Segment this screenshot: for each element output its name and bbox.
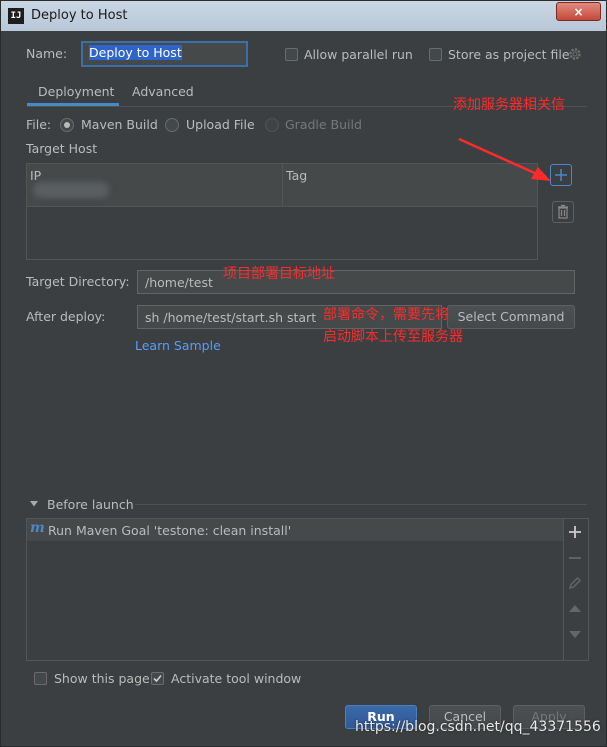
radio-gradle-build[interactable] xyxy=(265,118,279,132)
show-page-checkbox[interactable] xyxy=(34,672,47,685)
store-project-checkbox[interactable] xyxy=(429,48,442,61)
name-input-value: Deploy to Host xyxy=(89,45,182,60)
tab-advanced[interactable]: Advanced xyxy=(132,84,194,99)
target-dir-input[interactable]: /home/test xyxy=(137,270,575,294)
move-up-icon[interactable] xyxy=(568,602,582,616)
list-toolbar-divider xyxy=(563,519,564,660)
column-header-tag: Tag xyxy=(286,168,308,183)
target-host-label: Target Host xyxy=(26,141,98,156)
watermark-text: https://blog.csdn.net/qq_43371556 xyxy=(355,719,601,735)
move-down-icon[interactable] xyxy=(568,627,582,641)
name-input[interactable]: Deploy to Host xyxy=(81,41,248,67)
list-item-label: Run Maven Goal 'testone: clean install' xyxy=(48,523,292,538)
delete-host-button[interactable] xyxy=(552,201,574,223)
minus-icon[interactable] xyxy=(568,551,582,565)
annotation-cmd-line2: 启动脚本上传至服务器 xyxy=(323,329,463,345)
maven-build-label: Maven Build xyxy=(81,117,158,132)
trash-icon xyxy=(558,204,568,219)
annotation-target-dir: 项目部署目标地址 xyxy=(223,266,335,282)
intellij-app-icon: IJ xyxy=(8,8,24,24)
checkmark-icon xyxy=(153,674,162,683)
before-launch-divider xyxy=(135,504,587,505)
close-button[interactable]: × xyxy=(556,2,601,21)
after-deploy-label: After deploy: xyxy=(26,309,106,324)
title-bar: IJ Deploy to Host × xyxy=(1,1,606,31)
plus-icon[interactable] xyxy=(568,525,582,539)
radio-upload-file[interactable] xyxy=(165,118,179,132)
allow-parallel-label: Allow parallel run xyxy=(304,47,413,62)
upload-file-label: Upload File xyxy=(186,117,255,132)
tab-deployment[interactable]: Deployment xyxy=(38,84,114,99)
show-page-label: Show this page xyxy=(54,671,150,686)
select-command-button[interactable]: Select Command xyxy=(447,305,575,329)
target-dir-label: Target Directory: xyxy=(26,274,130,289)
file-label: File: xyxy=(26,117,52,132)
name-label: Name: xyxy=(26,46,68,61)
deploy-dialog: IJ Deploy to Host × Name: Deploy to Host… xyxy=(0,0,607,747)
column-header-ip: IP xyxy=(30,168,42,183)
gear-icon[interactable] xyxy=(568,47,582,61)
allow-parallel-checkbox[interactable] xyxy=(285,48,298,61)
collapse-triangle-icon[interactable] xyxy=(29,500,39,508)
gradle-build-label: Gradle Build xyxy=(285,117,362,132)
list-item[interactable]: m Run Maven Goal 'testone: clean install… xyxy=(27,519,563,541)
radio-maven-build[interactable] xyxy=(60,118,74,132)
annotation-add-server: 添加服务器相关信 xyxy=(453,97,565,113)
blurred-ip-value xyxy=(33,182,109,198)
learn-sample-link[interactable]: Learn Sample xyxy=(135,338,221,353)
activate-tool-label: Activate tool window xyxy=(171,671,302,686)
window-title: Deploy to Host xyxy=(31,8,128,23)
before-launch-list: m Run Maven Goal 'testone: clean install… xyxy=(26,518,589,661)
before-launch-label[interactable]: Before launch xyxy=(47,497,134,512)
maven-icon: m xyxy=(30,520,45,536)
activate-tool-checkbox[interactable] xyxy=(151,672,164,685)
edit-pencil-icon[interactable] xyxy=(568,576,582,590)
red-arrow-icon xyxy=(458,137,551,181)
store-project-label: Store as project file xyxy=(448,47,570,62)
column-divider xyxy=(282,164,283,207)
annotation-cmd-line1: 部署命令，需要先将 xyxy=(323,307,449,323)
